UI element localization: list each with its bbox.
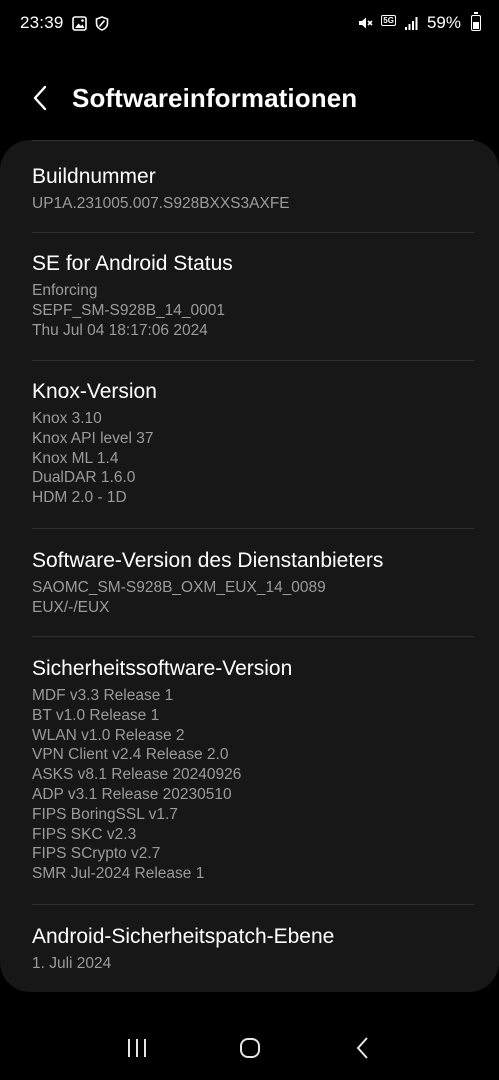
section-value-line: BT v1.0 Release 1 [32,706,160,724]
header: Softwareinformationen [0,70,499,126]
section-title: Android-Sicherheitspatch-Ebene [32,925,335,948]
navigation-bar [0,1020,499,1076]
section-value-line: Knox API level 37 [32,429,154,447]
section-values: MDF v3.3 Release 1 BT v1.0 Release 1 WLAN … [32,686,474,884]
network-type: 5G [381,14,396,26]
status-left: 23:39 [20,13,109,33]
section-value-line: ADP v3.1 Release 20230510 [32,785,232,803]
recent-apps-icon [127,1039,146,1057]
network-icon: 5G [381,14,396,26]
section-divider [32,904,474,905]
chevron-left-icon [33,85,47,111]
section-value-line: VPN Client v2.4 Release 2.0 [32,746,229,764]
info-section[interactable]: Buildnummer UP1A.231005.007.S928BXXS3AXFE [32,164,474,214]
section-value-line: DualDAR 1.6.0 [32,469,136,487]
section-values: Enforcing SEPF_SM-S928B_14_0001 Thu Jul 04… [32,281,474,340]
gallery-icon [71,15,87,31]
info-section[interactable]: Knox-Version Knox 3.10 Knox API level 37 Kn… [32,379,474,508]
section-divider [32,232,474,233]
battery-fill [473,22,479,29]
back-nav-icon [356,1037,368,1059]
info-section[interactable]: Sicherheitssoftware-Version MDF v3.3 Rele… [32,656,474,884]
info-section[interactable]: SE for Android Status Enforcing SEPF_SM-S9… [32,251,474,340]
screen: 23:39 5G 59% Softwareinformationen Build… [0,0,499,1080]
section-divider [32,360,474,361]
shield-icon [95,15,109,31]
section-divider [32,636,474,637]
back-button[interactable] [10,70,70,126]
section-value-line: EUX/-/EUX [32,598,110,616]
section-title: Knox-Version [32,380,157,403]
section-value-line: SMR Jul-2024 Release 1 [32,865,205,883]
signal-icon [404,16,419,31]
page-title: Softwareinformationen [72,82,358,113]
section-value-line: ASKS v8.1 Release 20240926 [32,766,242,784]
section-value-line: Knox ML 1.4 [32,449,119,467]
section-title: SE for Android Status [32,252,233,275]
back-nav-button[interactable] [333,1020,393,1076]
section-value-line: HDM 2.0 - 1D [32,489,127,507]
section-value-line: FIPS SKC v2.3 [32,825,137,843]
section-title: Buildnummer [32,165,156,188]
section-divider [32,528,474,529]
mute-icon [357,15,373,31]
section-value-line: FIPS BoringSSL v1.7 [32,805,178,823]
section-value-line: FIPS SCrypto v2.7 [32,845,161,863]
recent-apps-button[interactable] [107,1020,167,1076]
top-divider [32,140,474,141]
section-value-line: Thu Jul 04 18:17:06 2024 [32,321,208,339]
section-title: Sicherheitssoftware-Version [32,657,293,680]
section-value-line: SEPF_SM-S928B_14_0001 [32,301,226,319]
info-section[interactable]: Software-Version des Dienstanbieters SAOM… [32,548,474,618]
status-right: 5G 59% [357,12,481,33]
status-bar: 23:39 5G 59% [0,0,499,46]
section-title: Software-Version des Dienstanbieters [32,549,384,572]
section-values: 1. Juli 2024 [32,954,474,974]
battery-percent: 59% [426,13,461,32]
section-values: UP1A.231005.007.S928BXXS3AXFE [32,194,474,214]
section-value-line: Enforcing [32,282,98,299]
info-section[interactable]: Android-Sicherheitspatch-Ebene 1. Juli 20… [32,924,474,974]
section-value-line: WLAN v1.0 Release 2 [32,726,185,744]
section-value-line: MDF v3.3 Release 1 [32,687,174,704]
home-button[interactable] [220,1020,280,1076]
section-value-line: UP1A.231005.007.S928BXXS3AXFE [32,195,290,212]
info-card: Buildnummer UP1A.231005.007.S928BXXS3AXFE… [0,140,499,992]
section-value-line: SAOMC_SM-S928B_OXM_EUX_14_0089 [32,579,326,596]
section-value-line: 1. Juli 2024 [32,955,112,972]
home-icon [239,1038,260,1058]
section-values: SAOMC_SM-S928B_OXM_EUX_14_0089 EUX/-/EUX [32,578,474,618]
section-values: Knox 3.10 Knox API level 37 Knox ML 1.4 Dua… [32,409,474,508]
status-time: 23:39 [20,13,64,32]
section-value-line: Knox 3.10 [32,410,102,427]
battery-icon [471,12,481,31]
